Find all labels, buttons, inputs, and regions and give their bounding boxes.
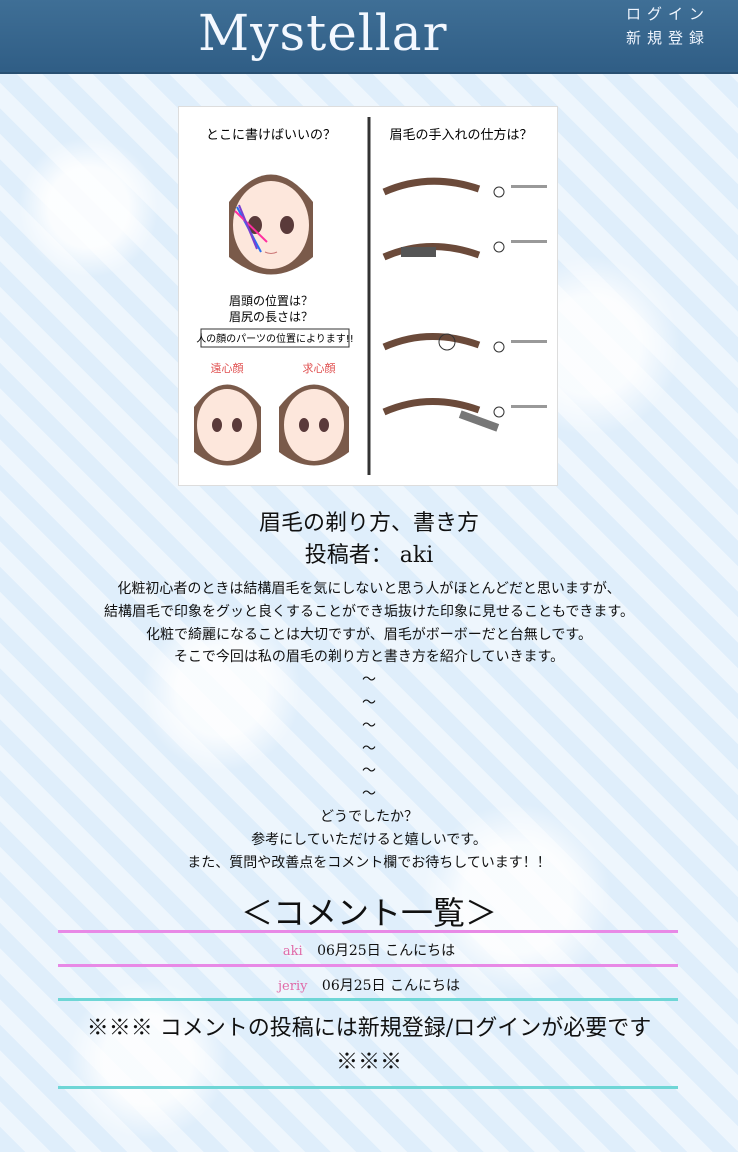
illust-banner: 人の顔のパーツの位置によります!!	[196, 332, 354, 345]
body-line: 結構眉毛で印象をグッと良くすることができ垢抜けた印象に見せることもできます。	[103, 603, 635, 620]
site-logo[interactable]: Mystellar	[198, 4, 447, 62]
body-line: 〜	[362, 740, 376, 757]
body-line: 化粧初心者のときは結構眉毛を気にしないと思う人がほとんどだと思いますが、	[117, 581, 621, 597]
author-name[interactable]: aki	[400, 543, 433, 568]
illust-mid-title2: 眉尻の長さは？	[229, 310, 313, 324]
comment-divider	[58, 930, 678, 933]
article-title: 眉毛の剃り方、書き方	[258, 511, 479, 536]
comment-user[interactable]: jeriy	[278, 979, 307, 994]
body-line: 〜	[362, 672, 376, 689]
author-label: 投稿者：	[304, 543, 393, 568]
site-header: Mystellar ログイン 新規登録	[0, 0, 738, 74]
login-required-notice: ※※※ コメントの投稿には新規登録/ログインが必要です ※※※	[86, 1016, 652, 1075]
register-link[interactable]: 新規登録	[626, 26, 710, 50]
comment-item: aki 06月25日 こんにちは	[0, 940, 738, 960]
comment-divider	[58, 964, 678, 967]
body-line: また、質問や改善点をコメント欄でお待ちしています！！	[187, 854, 551, 871]
article-author: 投稿者： aki	[0, 537, 738, 569]
illust-left-title: とこに書けばいいの？	[206, 128, 336, 143]
illust-right-title: 眉毛の手入れの仕方は？	[389, 127, 532, 143]
body-line: 〜	[362, 763, 376, 780]
face1-label: 遠心顔	[211, 361, 244, 375]
face-top-icon	[229, 174, 313, 275]
login-link[interactable]: ログイン	[626, 2, 710, 26]
face-left-icon	[194, 384, 261, 466]
comment-text: こんにちは	[385, 943, 456, 959]
body-line: 化粧で綺麗になることは大切ですが、眉毛がボーボーだと台無しです。	[146, 626, 592, 643]
comment-text: こんにちは	[390, 978, 460, 994]
body-line: 参考にしていただけると嬉しいです。	[251, 831, 487, 848]
notice-divider-top	[58, 998, 678, 1001]
comment-user[interactable]: aki	[283, 944, 303, 959]
header-nav: ログイン 新規登録	[626, 2, 710, 50]
comments-heading: ＜コメント一覧＞	[240, 894, 497, 932]
body-line: 〜	[362, 717, 376, 734]
eyebrow-illustration: とこに書けばいいの？ 眉毛の手入れの仕方は？ 眉頭の位置は？ 眉尻の長さは？ 人…	[178, 106, 558, 486]
body-line: 〜	[362, 786, 376, 803]
article-body: 化粧初心者のときは結構眉毛を気にしないと思う人がほとんどだと思いますが、 結構眉…	[0, 578, 738, 874]
illust-mid-title: 眉頭の位置は？	[229, 293, 313, 308]
body-line: 〜	[362, 694, 376, 711]
notice-divider-bottom	[58, 1086, 678, 1089]
illustration-svg: とこに書けばいいの？ 眉毛の手入れの仕方は？ 眉頭の位置は？ 眉尻の長さは？ 人…	[179, 107, 557, 485]
body-line: そこで今回は私の眉毛の剃り方と書き方を紹介していきます。	[173, 649, 565, 666]
face-right-icon	[279, 384, 349, 466]
comment-date: 06月25日	[321, 978, 386, 994]
face2-label: 求心顔	[303, 361, 336, 375]
comment-item: jeriy 06月25日 こんにちは	[0, 975, 738, 995]
body-line: どうでしたか？	[320, 808, 418, 825]
comment-date: 06月25日	[317, 943, 381, 959]
